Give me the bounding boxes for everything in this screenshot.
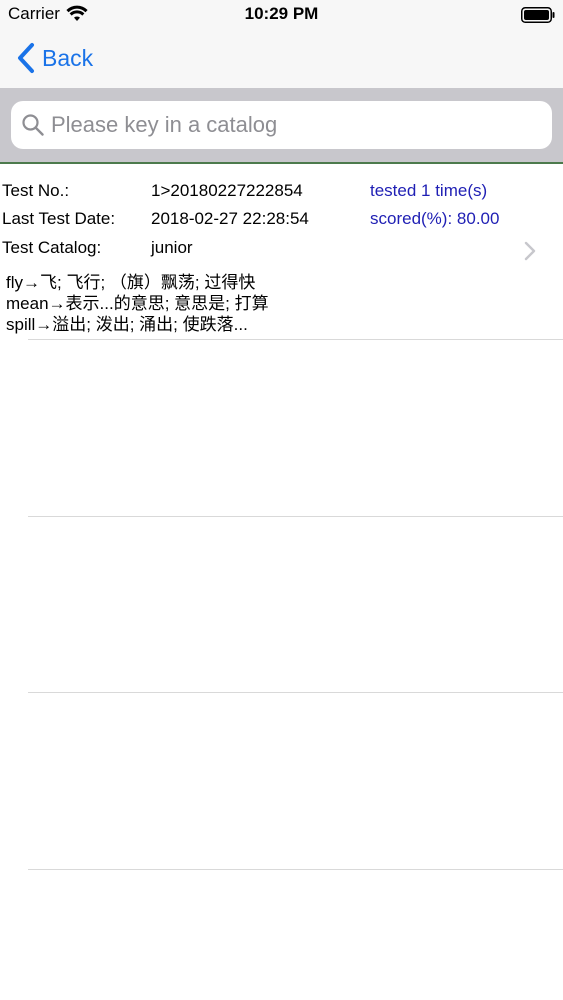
search-field[interactable] [11,101,552,149]
test-record-cell[interactable]: Test No.: 1>20180227222854 tested 1 time… [0,164,563,340]
test-no-value: 1>20180227222854 [151,181,303,200]
test-record-table: Test No.: 1>20180227222854 tested 1 time… [0,164,563,1000]
test-catalog-value: junior [151,238,193,257]
screen: Carrier 10:29 PM Back Please key in a ca… [0,0,563,1000]
back-label: Back [42,44,94,71]
back-button[interactable]: Back [16,40,93,76]
word-item: spill→溢出; 泼出; 涌出; 使跌落... [6,315,248,334]
empty-row [0,517,563,692]
empty-row [0,340,563,516]
chevron-left-icon [18,43,34,73]
empty-row [0,693,563,869]
status-bar: Carrier 10:29 PM [0,0,563,30]
navigation-bar: Back [0,30,563,88]
search-input[interactable] [51,107,541,143]
battery-icon [521,7,555,23]
test-no-label: Test No.: [2,181,70,200]
word-item: fly→飞; 飞行; （旗）飘荡; 过得快 [6,273,256,292]
chevron-right-icon [524,241,536,261]
last-test-date-value: 2018-02-27 22:28:54 [151,209,309,228]
word-item: mean→表示...的意思; 意思是; 打算 [6,294,269,313]
search-icon [22,114,44,136]
tested-count: tested 1 time(s) [370,181,488,200]
status-time: 10:29 PM [244,4,319,23]
score-text: scored(%): 80.00 [370,209,500,228]
last-test-date-label: Last Test Date: [2,209,116,228]
word-list: fly→飞; 飞行; （旗）飘荡; 过得快 mean→表示...的意思; 意思是… [6,272,269,335]
search-bar [0,88,563,164]
empty-row [0,870,563,1000]
test-catalog-label: Test Catalog: [2,238,102,257]
